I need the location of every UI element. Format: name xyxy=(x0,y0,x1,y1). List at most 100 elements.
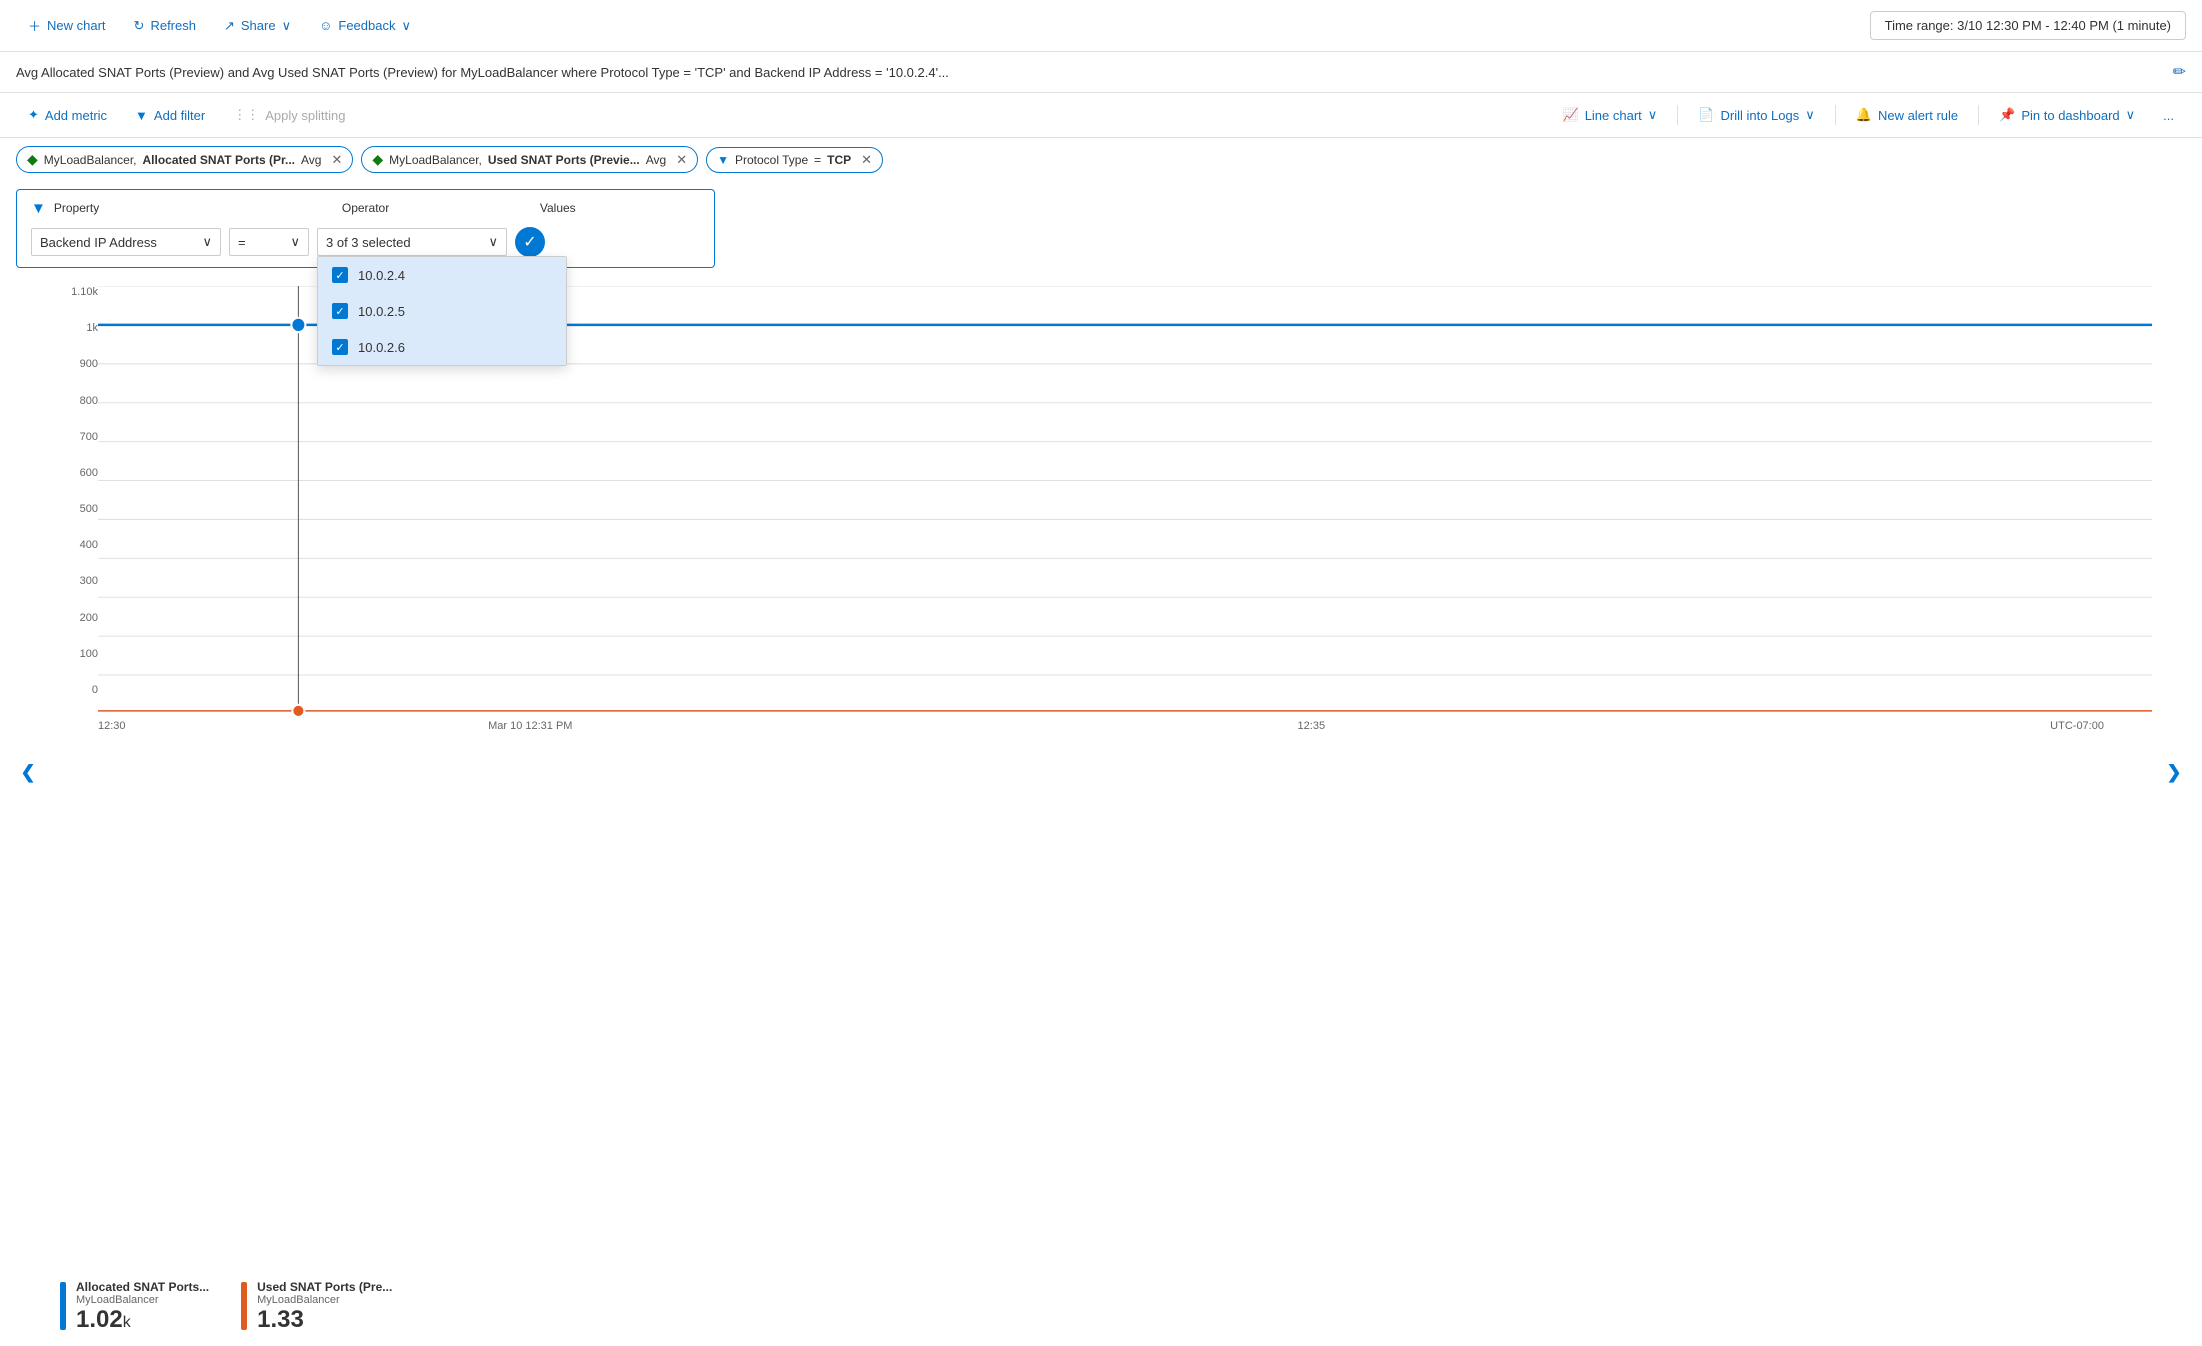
pin-dashboard-button[interactable]: 📌 Pin to dashboard ∨ xyxy=(1987,101,2147,129)
secondary-toolbar: ✦ Add metric ▼ Add filter ⋮⋮ Apply split… xyxy=(0,93,2202,138)
toolbar-right: 📈 Line chart ∨ 📄 Drill into Logs ∨ 🔔 New… xyxy=(1551,101,2187,129)
more-options-button[interactable]: ... xyxy=(2151,102,2186,129)
more-options-icon: ... xyxy=(2163,108,2174,123)
checkbox-1[interactable]: ✓ xyxy=(332,267,348,283)
chip2-close-icon[interactable]: ✕ xyxy=(676,152,687,168)
time-range-button[interactable]: Time range: 3/10 12:30 PM - 12:40 PM (1 … xyxy=(1870,11,2186,40)
chip1-resource: MyLoadBalancer, xyxy=(44,153,137,167)
protocol-close-icon[interactable]: ✕ xyxy=(861,152,872,168)
operator-value: = xyxy=(238,235,246,250)
legend-item-allocated: Allocated SNAT Ports... MyLoadBalancer 1… xyxy=(60,1280,209,1334)
property-label: Property xyxy=(54,201,214,215)
dropdown-item-2[interactable]: ✓ 10.0.2.5 xyxy=(318,293,566,329)
toolbar-left: ＋ New chart ↻ Refresh ↗ Share ∨ ☺ Feedba… xyxy=(16,10,1866,41)
operator-chevron-icon: ∨ xyxy=(290,234,300,250)
property-select[interactable]: Backend IP Address ∨ xyxy=(31,228,221,256)
share-button[interactable]: ↗ Share ∨ xyxy=(212,12,303,40)
new-chart-button[interactable]: ＋ New chart xyxy=(16,10,118,41)
add-filter-button[interactable]: ▼ Add filter xyxy=(123,102,217,129)
y-label-11: 100 xyxy=(56,648,98,660)
panel-funnel-icon: ▼ xyxy=(31,200,46,217)
chip1-close-icon[interactable]: ✕ xyxy=(331,152,342,168)
values-dropdown: ✓ 10.0.2.4 ✓ 10.0.2.5 ✓ 10.0.2.6 xyxy=(317,256,567,366)
operator-select[interactable]: = ∨ xyxy=(229,228,309,256)
chart-nav-right-button[interactable]: ❯ xyxy=(2160,758,2188,786)
legend-info-used: Used SNAT Ports (Pre... MyLoadBalancer 1… xyxy=(257,1280,392,1334)
y-label-7: 500 xyxy=(56,503,98,515)
apply-splitting-button[interactable]: ⋮⋮ Apply splitting xyxy=(221,101,357,129)
drill-logs-label: Drill into Logs xyxy=(1720,108,1799,123)
chip2-metric: Used SNAT Ports (Previe... xyxy=(488,153,640,167)
gem-icon-2: ◆ xyxy=(372,151,383,168)
x-label-tz: UTC-07:00 xyxy=(2050,720,2104,732)
chip2-resource: MyLoadBalancer, xyxy=(389,153,482,167)
protocol-filter-chip[interactable]: ▼ Protocol Type = TCP ✕ xyxy=(706,147,883,173)
legend-name-allocated: Allocated SNAT Ports... xyxy=(76,1280,209,1294)
new-alert-rule-button[interactable]: 🔔 New alert rule xyxy=(1844,101,1970,129)
new-chart-label: New chart xyxy=(47,18,106,33)
refresh-button[interactable]: ↻ Refresh xyxy=(122,12,208,40)
dropdown-label-3: 10.0.2.6 xyxy=(358,340,405,355)
dropdown-item-3[interactable]: ✓ 10.0.2.6 xyxy=(318,329,566,365)
line-chart-chevron-icon: ∨ xyxy=(1648,107,1658,123)
apply-splitting-icon: ⋮⋮ xyxy=(233,107,259,123)
filter-panel: ▼ Property Operator Values Backend IP Ad… xyxy=(16,189,715,268)
feedback-button[interactable]: ☺ Feedback ∨ xyxy=(307,12,423,40)
refresh-icon: ↻ xyxy=(134,18,145,34)
protocol-operator: = xyxy=(814,153,821,167)
y-label-2: 1k xyxy=(56,322,98,334)
metric-chip-2[interactable]: ◆ MyLoadBalancer, Used SNAT Ports (Previ… xyxy=(361,146,698,173)
plus-icon: ＋ xyxy=(28,16,41,35)
feedback-label: Feedback xyxy=(338,18,395,33)
legend-item-used: Used SNAT Ports (Pre... MyLoadBalancer 1… xyxy=(241,1280,392,1334)
property-value: Backend IP Address xyxy=(40,235,157,250)
y-label-9: 300 xyxy=(56,575,98,587)
y-label-3: 900 xyxy=(56,358,98,370)
line-chart-icon: 📈 xyxy=(1563,107,1579,123)
chart-data-point-blue xyxy=(291,318,305,332)
filter-panel-area: ▼ Property Operator Values Backend IP Ad… xyxy=(0,181,2202,276)
main-content: Avg Allocated SNAT Ports (Preview) and A… xyxy=(0,52,2202,1346)
refresh-label: Refresh xyxy=(150,18,196,33)
drill-logs-chevron-icon: ∨ xyxy=(1805,107,1815,123)
add-metric-label: Add metric xyxy=(45,108,107,123)
values-select[interactable]: 3 of 3 selected ∨ xyxy=(317,228,507,256)
confirm-filter-button[interactable]: ✓ xyxy=(515,227,545,257)
legend-color-allocated xyxy=(60,1282,66,1330)
add-metric-button[interactable]: ✦ Add metric xyxy=(16,101,119,129)
chart-nav-left-button[interactable]: ❮ xyxy=(14,758,42,786)
pin-dashboard-icon: 📌 xyxy=(1999,107,2015,123)
y-label-5: 700 xyxy=(56,431,98,443)
pin-dashboard-label: Pin to dashboard xyxy=(2021,108,2119,123)
new-alert-rule-label: New alert rule xyxy=(1878,108,1958,123)
checkbox-3[interactable]: ✓ xyxy=(332,339,348,355)
chip2-agg: Avg xyxy=(646,153,666,167)
checkbox-2[interactable]: ✓ xyxy=(332,303,348,319)
line-chart-button[interactable]: 📈 Line chart ∨ xyxy=(1551,101,1670,129)
alert-rule-icon: 🔔 xyxy=(1856,107,1872,123)
values-chevron-icon: ∨ xyxy=(488,234,498,250)
y-label-10: 200 xyxy=(56,612,98,624)
divider xyxy=(1677,105,1678,125)
dropdown-item-1[interactable]: ✓ 10.0.2.4 xyxy=(318,257,566,293)
top-toolbar: ＋ New chart ↻ Refresh ↗ Share ∨ ☺ Feedba… xyxy=(0,0,2202,52)
legend-area: Allocated SNAT Ports... MyLoadBalancer 1… xyxy=(0,1268,2202,1346)
edit-icon[interactable]: ✏ xyxy=(2173,62,2186,82)
legend-val-num-allocated: 1.02 xyxy=(76,1306,123,1333)
share-label: Share xyxy=(241,18,276,33)
legend-name-used: Used SNAT Ports (Pre... xyxy=(257,1280,392,1294)
feedback-chevron-icon: ∨ xyxy=(401,18,411,34)
chip1-agg: Avg xyxy=(301,153,321,167)
gem-icon-1: ◆ xyxy=(27,151,38,168)
values-label: Values xyxy=(540,201,700,215)
operator-col: Operator xyxy=(342,201,502,217)
legend-val-unit-allocated: k xyxy=(123,1314,131,1331)
drill-logs-button[interactable]: 📄 Drill into Logs ∨ xyxy=(1686,101,1826,129)
feedback-icon: ☺ xyxy=(319,18,332,33)
y-label-4: 800 xyxy=(56,395,98,407)
pin-dashboard-chevron-icon: ∨ xyxy=(2126,107,2136,123)
share-icon: ↗ xyxy=(224,18,235,34)
metric-chip-1[interactable]: ◆ MyLoadBalancer, Allocated SNAT Ports (… xyxy=(16,146,353,173)
legend-sub-used: MyLoadBalancer xyxy=(257,1294,392,1306)
y-axis: 1.10k 1k 900 800 700 600 500 400 300 200… xyxy=(50,286,98,716)
